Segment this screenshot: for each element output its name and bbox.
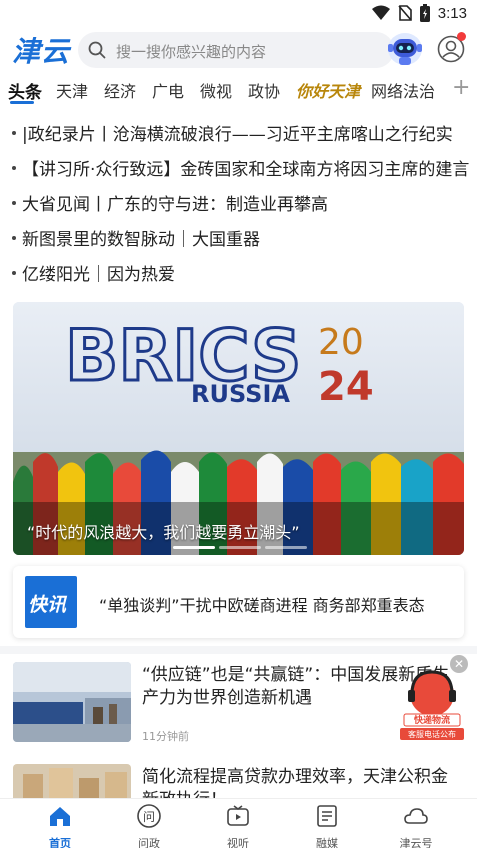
search-icon: [88, 41, 106, 59]
headline-item[interactable]: 新图景里的数智脉动｜大国重器: [12, 225, 472, 250]
home-icon: [50, 807, 70, 826]
headline-text: 亿缕阳光｜因为热爱: [22, 265, 175, 285]
bottom-navigation: 首页 问 问政 视听 融媒 津云号: [0, 798, 477, 848]
add-channel-icon[interactable]: +: [452, 75, 470, 100]
banner-image: BRICS 20 24 RUSSIA: [13, 302, 464, 555]
tv-icon: [227, 805, 249, 826]
search-bar[interactable]: 搜一搜你感兴趣的内容: [78, 32, 394, 68]
nav-media[interactable]: 融媒: [297, 803, 357, 848]
app-header: 津云 搜一搜你感兴趣的内容: [0, 28, 477, 72]
nav-label: 视听: [227, 837, 249, 848]
carousel-dot[interactable]: [219, 546, 261, 549]
clock: 3:13: [437, 4, 467, 22]
news-time: 11分钟前: [142, 730, 189, 743]
bullet-icon: [12, 236, 16, 240]
headline-item[interactable]: 亿缕阳光｜因为热爱: [12, 260, 472, 285]
sign-year-bottom: 24: [318, 364, 374, 410]
hero-banner[interactable]: BRICS 20 24 RUSSIA “时代的风浪越大，我们越要勇立潮头”: [13, 302, 464, 555]
active-tab-indicator: [10, 101, 34, 104]
channel-tabs: 头条 天津 经济 广电 微视 政协 你好天津 网络法治 +: [0, 74, 477, 104]
headline-text: |政纪录片丨沧海横流破浪行——习近平主席喀山之行纪实: [22, 125, 453, 145]
svg-text:快递物流: 快递物流: [414, 714, 450, 726]
nav-video[interactable]: 视听: [208, 803, 268, 848]
headline-text: 大省见闻丨广东的守与进：制造业再攀高: [22, 195, 328, 215]
nav-wenzheng[interactable]: 问 问政: [119, 803, 179, 848]
tab-hello-tianjin[interactable]: 你好天津: [296, 78, 360, 102]
no-sim-icon: [398, 5, 412, 21]
tab-broadcast[interactable]: 广电: [152, 78, 184, 102]
search-placeholder: 搜一搜你感兴趣的内容: [116, 43, 267, 61]
nav-home[interactable]: 首页: [30, 803, 90, 848]
battery-icon: [419, 4, 430, 22]
media-icon: [317, 805, 337, 827]
banner-caption: “时代的风浪越大，我们越要勇立潮头”: [27, 523, 300, 542]
nav-label: 融媒: [316, 837, 338, 848]
notification-dot: [457, 32, 466, 41]
bullet-icon: [12, 131, 16, 135]
svg-text:问: 问: [143, 810, 155, 824]
section-divider: [0, 646, 477, 654]
nav-jinyunhao[interactable]: 津云号: [386, 803, 446, 848]
cloud-account-icon: [404, 808, 428, 824]
headline-text: 新图景里的数智脉动｜大国重器: [22, 230, 260, 250]
tab-microvideo[interactable]: 微视: [200, 78, 232, 102]
ask-icon: 问: [137, 804, 161, 828]
app-logo[interactable]: 津云: [12, 30, 70, 70]
svg-text:客服电话公布: 客服电话公布: [408, 729, 456, 739]
bullet-icon: [12, 201, 16, 205]
flash-news-text: “单独谈判”干扰中欧磋商进程 商务部郑重表态: [99, 596, 425, 615]
tab-toutiao[interactable]: 头条: [8, 78, 42, 103]
flash-news-card[interactable]: 快讯 “单独谈判”干扰中欧磋商进程 商务部郑重表态: [13, 566, 464, 638]
tab-cyber-law[interactable]: 网络法治: [371, 78, 435, 102]
tab-tianjin[interactable]: 天津: [56, 78, 88, 102]
tab-cppcc[interactable]: 政协: [248, 78, 280, 102]
status-icons: 3:13: [371, 4, 467, 22]
headline-item[interactable]: 大省见闻丨广东的守与进：制造业再攀高: [12, 190, 472, 215]
nav-label: 问政: [138, 837, 160, 848]
carousel-dot[interactable]: [265, 546, 307, 549]
flash-badge-label: 快讯: [28, 594, 67, 616]
status-bar: 3:13: [0, 0, 477, 28]
bullet-icon: [12, 271, 16, 275]
carousel-indicators: [173, 546, 307, 549]
ai-assistant-robot-icon[interactable]: [386, 29, 424, 69]
headline-text: 【讲习所·众行致远】金砖国家和全球南方将因习主席的建言: [22, 160, 470, 180]
wifi-icon: [371, 5, 390, 20]
floating-ad-customer-service[interactable]: 快递物流 客服电话公布: [398, 668, 466, 740]
nav-label: 津云号: [399, 837, 433, 848]
tab-economy[interactable]: 经济: [104, 78, 136, 102]
sign-year-top: 20: [318, 322, 364, 363]
nav-label: 首页: [49, 837, 71, 848]
carousel-dot[interactable]: [173, 546, 215, 549]
sign-country: RUSSIA: [191, 380, 290, 408]
headline-item[interactable]: 【讲习所·众行致远】金砖国家和全球南方将因习主席的建言: [12, 155, 472, 180]
news-thumbnail: [13, 662, 131, 742]
bullet-icon: [12, 166, 16, 170]
headline-item[interactable]: |政纪录片丨沧海横流破浪行——习近平主席喀山之行纪实: [12, 120, 472, 145]
